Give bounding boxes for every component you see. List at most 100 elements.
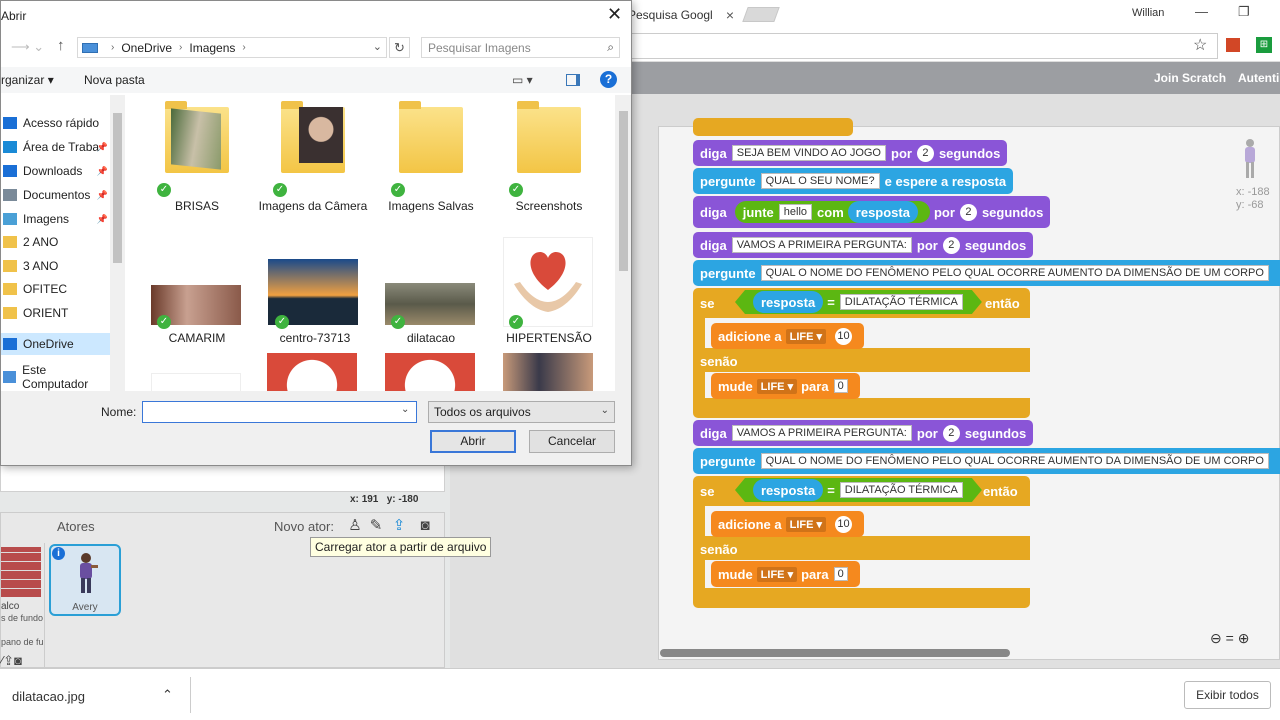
condition-equals[interactable]: resposta = DILATAÇÃO TÉRMICA bbox=[730, 478, 987, 502]
variable-dropdown[interactable]: LIFE ▾ bbox=[785, 328, 827, 344]
files-scrollbar-thumb[interactable] bbox=[619, 111, 628, 271]
tab-close-icon[interactable]: × bbox=[726, 7, 734, 23]
block-pergunte-2[interactable]: pergunte QUAL O NOME DO FENÔMENO PELO QU… bbox=[693, 260, 1280, 286]
block-text-input[interactable]: QUAL O NOME DO FENÔMENO PELO QUAL OCORRE… bbox=[760, 265, 1269, 281]
block-resposta[interactable]: resposta bbox=[753, 291, 823, 313]
address-bar[interactable] bbox=[630, 33, 1218, 59]
block-diga-2[interactable]: diga VAMOS A PRIMEIRA PERGUNTA: por 2 se… bbox=[693, 232, 1034, 258]
block-text-input[interactable]: SEJA BEM VINDO AO JOGO bbox=[731, 145, 886, 161]
new-folder-button[interactable]: Nova pasta bbox=[84, 73, 145, 87]
nav-item[interactable]: OneDrive bbox=[1, 333, 110, 355]
refresh-icon[interactable]: ↻ bbox=[389, 37, 410, 58]
block-diga-junte[interactable]: diga junte hello com resposta por 2 segu… bbox=[693, 196, 1051, 228]
block-text-input[interactable]: VAMOS A PRIMEIRA PERGUNTA: bbox=[731, 237, 912, 253]
download-item[interactable]: dilatacao.jpg bbox=[12, 689, 85, 704]
block-text-input[interactable]: QUAL O SEU NOME? bbox=[760, 173, 880, 189]
block-pergunte-1[interactable]: pergunte QUAL O SEU NOME? e espere a res… bbox=[693, 168, 1014, 194]
help-icon[interactable]: ? bbox=[600, 71, 617, 88]
block-diga-1[interactable]: diga SEJA BEM VINDO AO JOGO por 2 segund… bbox=[693, 140, 1008, 166]
block-adicione-2[interactable]: adicione a LIFE ▾ 10 bbox=[711, 511, 865, 537]
extension-icon[interactable]: ⊞ bbox=[1256, 37, 1272, 53]
bookmark-star-icon[interactable]: ☆ bbox=[1193, 35, 1207, 55]
upload-icon[interactable]: ⇪ bbox=[390, 517, 408, 535]
cancel-button[interactable]: Cancelar bbox=[529, 430, 615, 453]
view-options-icon[interactable]: ▭ ▾ bbox=[512, 73, 533, 87]
breadcrumb-item[interactable]: OneDrive bbox=[121, 41, 172, 55]
block-number-input[interactable]: 10 bbox=[835, 515, 853, 533]
block-resposta[interactable]: resposta bbox=[847, 201, 918, 223]
block-number-input[interactable]: 2 bbox=[916, 144, 934, 162]
nav-item[interactable]: Documentos 📌 bbox=[1, 184, 110, 206]
chevron-up-icon[interactable]: ⌃ bbox=[162, 687, 173, 703]
zoom-reset-icon[interactable]: = bbox=[1226, 630, 1234, 646]
variable-dropdown[interactable]: LIFE ▾ bbox=[785, 516, 827, 532]
nav-item[interactable]: OFITEC bbox=[1, 278, 110, 300]
file-item[interactable]: ✓ HIPERTENSÃO bbox=[491, 225, 607, 345]
block-resposta[interactable]: resposta bbox=[753, 479, 823, 501]
sign-in-link[interactable]: Autenti bbox=[1238, 71, 1279, 85]
file-item[interactable]: ✓ dilatacao bbox=[373, 225, 489, 345]
search-input[interactable]: Pesquisar Imagens ⌕ bbox=[421, 37, 620, 58]
variable-dropdown[interactable]: LIFE ▾ bbox=[756, 566, 798, 582]
block-diga-3[interactable]: diga VAMOS A PRIMEIRA PERGUNTA: por 2 se… bbox=[693, 420, 1034, 446]
open-button[interactable]: Abrir bbox=[430, 430, 516, 453]
nav-item[interactable]: 2 ANO bbox=[1, 231, 110, 253]
nav-item[interactable]: Acesso rápido bbox=[1, 112, 110, 134]
block-text-input[interactable]: QUAL O NOME DO FENÔMENO PELO QUAL OCORRE… bbox=[760, 453, 1269, 469]
new-tab-button[interactable] bbox=[742, 7, 780, 22]
horizontal-scrollbar[interactable] bbox=[660, 649, 1010, 657]
block-number-input[interactable]: 0 bbox=[833, 567, 848, 581]
maximize-icon[interactable]: ❐ bbox=[1238, 4, 1250, 20]
up-arrow-icon[interactable]: ↑ bbox=[57, 37, 65, 54]
minimize-icon[interactable]: — bbox=[1195, 4, 1208, 19]
block-text-input[interactable]: DILATAÇÃO TÉRMICA bbox=[840, 294, 963, 310]
camera-icon[interactable]: ◙ bbox=[416, 517, 434, 535]
nav-item[interactable]: Este Computador bbox=[1, 363, 110, 391]
block-junte[interactable]: junte hello com resposta bbox=[734, 201, 930, 223]
file-item[interactable]: ✓ centro-73713 bbox=[257, 225, 373, 345]
close-icon[interactable]: ✕ bbox=[607, 4, 622, 25]
block-adicione-1[interactable]: adicione a LIFE ▾ 10 bbox=[711, 323, 865, 349]
breadcrumb-item[interactable]: Imagens bbox=[189, 41, 235, 55]
breadcrumb[interactable]: › OneDrive › Imagens › ⌄ bbox=[77, 37, 387, 58]
file-item[interactable]: ✓ Imagens Salvas bbox=[373, 95, 489, 215]
condition-equals[interactable]: resposta = DILATAÇÃO TÉRMICA bbox=[730, 290, 987, 314]
back-forward-icon[interactable]: ⟶ ⌄ bbox=[11, 39, 44, 55]
info-icon[interactable]: i bbox=[52, 547, 65, 560]
pdf-extension-icon[interactable] bbox=[1226, 38, 1240, 52]
nav-scrollbar-thumb[interactable] bbox=[113, 113, 122, 263]
variable-dropdown[interactable]: LIFE ▾ bbox=[756, 378, 798, 394]
chevron-down-icon[interactable]: ⌄ bbox=[401, 404, 409, 415]
block-text-input[interactable]: VAMOS A PRIMEIRA PERGUNTA: bbox=[731, 425, 912, 441]
chevron-down-icon[interactable]: ⌄ bbox=[373, 40, 382, 53]
zoom-in-icon[interactable]: ⊕ bbox=[1238, 630, 1250, 646]
preview-pane-icon[interactable] bbox=[566, 74, 580, 86]
block-number-input[interactable]: 10 bbox=[835, 327, 853, 345]
join-scratch-link[interactable]: Join Scratch bbox=[1154, 71, 1226, 85]
file-item[interactable]: ✓ Imagens da Câmera bbox=[255, 95, 371, 215]
paint-brush-icon[interactable]: ✎ bbox=[367, 517, 385, 535]
filename-input[interactable] bbox=[142, 401, 417, 423]
profile-name[interactable]: Willian bbox=[1132, 7, 1164, 19]
block-text-input[interactable]: DILATAÇÃO TÉRMICA bbox=[840, 482, 963, 498]
character-icon[interactable]: ♙ bbox=[346, 517, 364, 535]
block-pergunte-3[interactable]: pergunte QUAL O NOME DO FENÔMENO PELO QU… bbox=[693, 448, 1280, 474]
block-number-input[interactable]: 0 bbox=[833, 379, 848, 393]
nav-item[interactable]: Downloads 📌 bbox=[1, 160, 110, 182]
show-all-downloads-button[interactable]: Exibir todos bbox=[1184, 681, 1271, 709]
block-number-input[interactable]: 2 bbox=[942, 236, 960, 254]
sprite-avery[interactable]: i Avery bbox=[49, 544, 121, 616]
block-mude-partial[interactable] bbox=[693, 118, 853, 136]
block-number-input[interactable]: 2 bbox=[959, 203, 977, 221]
file-item[interactable]: ✓ Screenshots bbox=[491, 95, 607, 215]
nav-item[interactable]: Área de Traba 📌 bbox=[1, 136, 110, 158]
block-mude-1[interactable]: mude LIFE ▾ para 0 bbox=[711, 373, 860, 399]
nav-item[interactable]: ORIENT bbox=[1, 302, 110, 324]
zoom-out-icon[interactable]: ⊖ bbox=[1210, 630, 1222, 646]
block-mude-2[interactable]: mude LIFE ▾ para 0 bbox=[711, 561, 860, 587]
nav-item[interactable]: 3 ANO bbox=[1, 255, 110, 277]
file-item[interactable]: ✓ CAMARIM bbox=[139, 225, 255, 345]
block-text-input[interactable]: hello bbox=[778, 204, 813, 220]
nav-item[interactable]: Imagens 📌 bbox=[1, 208, 110, 230]
block-number-input[interactable]: 2 bbox=[942, 424, 960, 442]
